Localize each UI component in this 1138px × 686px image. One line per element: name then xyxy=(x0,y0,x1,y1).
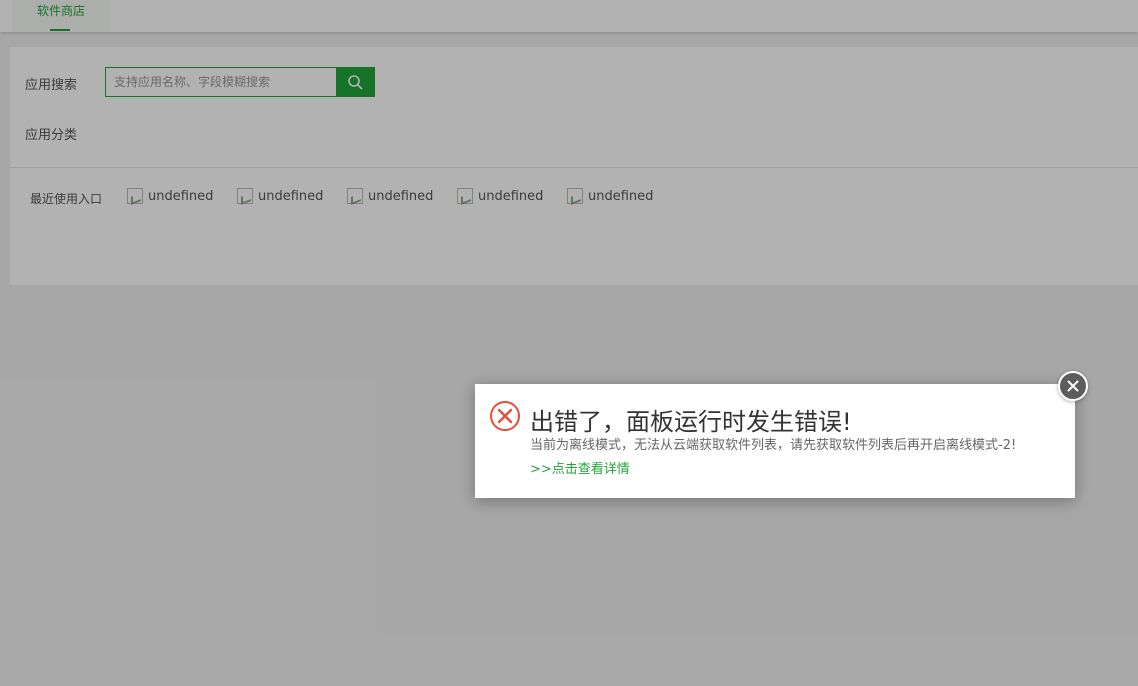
dialog-title: 出错了，面板运行时发生错误! xyxy=(530,408,852,436)
modal-overlay[interactable] xyxy=(0,0,1138,686)
close-button[interactable] xyxy=(1058,371,1088,401)
error-circle-icon xyxy=(490,401,520,431)
close-icon xyxy=(1067,380,1079,392)
dialog-message: 当前为离线模式，无法从云端获取软件列表，请先获取软件列表后再开启离线模式-2! xyxy=(530,438,1017,453)
error-dialog: 出错了，面板运行时发生错误! 当前为离线模式，无法从云端获取软件列表，请先获取软… xyxy=(475,384,1075,498)
view-details-link[interactable]: >>点击查看详情 xyxy=(530,458,630,477)
